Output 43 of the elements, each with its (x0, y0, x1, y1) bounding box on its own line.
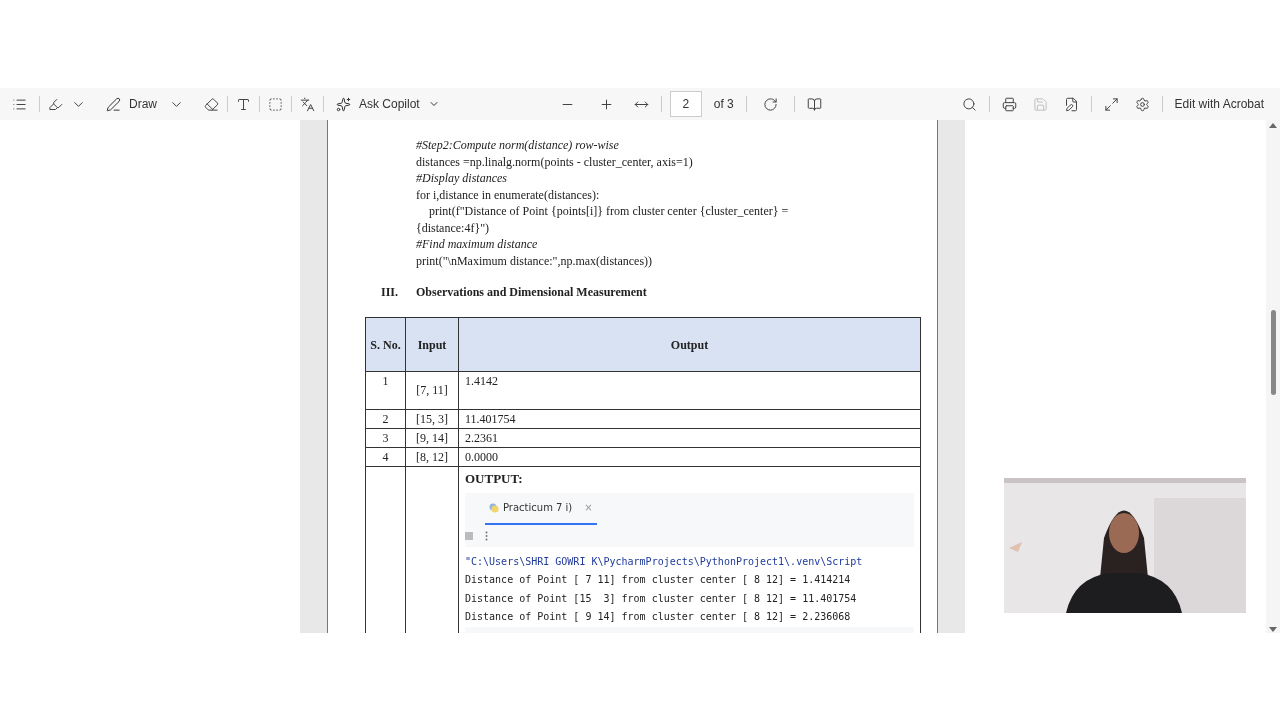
table-cell: 4 (365, 447, 406, 467)
draw-button[interactable]: Draw (98, 95, 165, 113)
run-tab[interactable]: Practicum 7 i) × (485, 492, 597, 525)
code-comment: #Step2:Compute norm(distance) row-wise (416, 137, 619, 154)
page-total: of 3 (713, 96, 734, 113)
code-line: for i,distance in enumerate(distances): (416, 186, 600, 203)
edit-with-acrobat-button[interactable]: Edit with Acrobat (1166, 95, 1272, 113)
scrollbar-thumb[interactable] (1270, 310, 1276, 395)
table-cell: [9, 14] (405, 428, 459, 448)
table-cell: [7, 11] (405, 371, 459, 410)
output-heading: OUTPUT: (465, 470, 524, 488)
table-cell: 2 (365, 409, 406, 429)
scroll-up-icon (1269, 122, 1277, 128)
code-line: distances =np.linalg.norm(points - cluster_center, axis=1) (416, 153, 693, 170)
copilot-icon (336, 96, 351, 112)
code-comment: #Find maximum distance (416, 236, 538, 253)
column-header: S. No. (365, 317, 406, 372)
table-cell: 0.0000 (458, 447, 921, 467)
section-title: Observations and Dimensional Measurement (416, 284, 647, 301)
code-line: print("\nMaximum distance:",np.max(distances)) (416, 252, 653, 269)
table-cell: 2.2361 (458, 428, 921, 448)
scroll-down-icon (1269, 627, 1277, 633)
ask-copilot-button[interactable]: Ask Copilot (328, 95, 448, 113)
console-line: Distance of Point [ 7 11] from cluster center [ 8 12] = 1.414214 (465, 573, 852, 587)
page-number-field[interactable]: 2 (669, 91, 702, 117)
table-cell: 1.4142 (458, 371, 921, 410)
column-header: Output (458, 317, 921, 372)
column-header: Input (405, 317, 459, 372)
table-cell: 1 (365, 371, 406, 410)
table-cell: [15, 3] (405, 409, 459, 429)
table-cell: [8, 12] (405, 447, 459, 467)
python-icon (489, 502, 499, 513)
code-line: print(f"Distance of Point {points[i]} from cluster center {cluster_center} = (428, 203, 789, 220)
console-line: Distance of Point [15 3] from cluster center [ 8 12] = 11.401754 (465, 591, 858, 606)
pen-icon (106, 96, 121, 112)
section-number: III. (381, 284, 399, 301)
console-line: Distance of Point [ 9 14] from cluster center [ 8 12] = 2.236068 (465, 610, 852, 624)
more-icon (485, 530, 488, 541)
console-line: "C:\Users\SHRI GOWRI K\PycharmProjects\PythonProject1\.venv\Script (465, 554, 864, 569)
code-line: {distance:4f}") (416, 219, 490, 236)
code-comment: #Display distances (416, 170, 507, 187)
table-cell: 11.401754 (458, 409, 921, 429)
table-cell: 3 (365, 428, 406, 448)
